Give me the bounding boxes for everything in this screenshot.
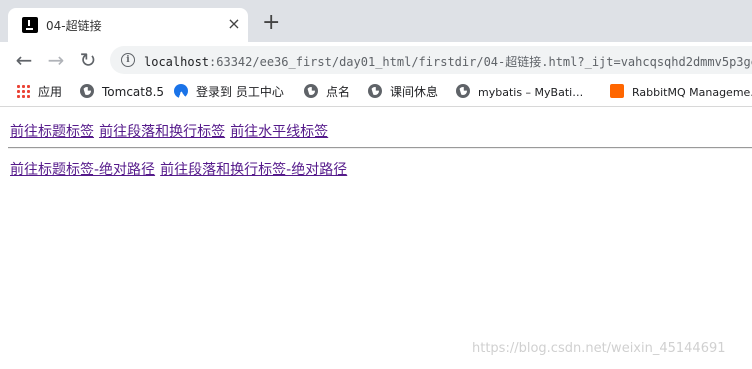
bookmark-break[interactable]: 课间休息 xyxy=(368,84,438,100)
globe-icon xyxy=(368,84,382,98)
back-arrow-icon[interactable]: ← xyxy=(14,50,34,70)
bookmark-label: 应用 xyxy=(38,85,63,99)
tab-strip: 04-超链接 × + xyxy=(0,0,752,42)
reload-icon[interactable]: ↻ xyxy=(78,50,98,70)
site-info-icon[interactable]: i xyxy=(121,53,135,67)
link-row-relative: 前往标题标签 前往段落和换行标签 前往水平线标签 xyxy=(10,121,328,141)
bookmark-employee-center[interactable]: 登录到 员工中心 xyxy=(174,84,284,100)
link-row-absolute: 前往标题标签-绝对路径 前往段落和换行标签-绝对路径 xyxy=(10,159,347,179)
link-paragraph-tags-absolute[interactable]: 前往段落和换行标签-绝对路径 xyxy=(160,162,347,178)
address-bar[interactable]: i localhost:63342/ee36_first/day01_html/… xyxy=(110,46,752,74)
globe-icon xyxy=(304,84,318,98)
bookmarks-bar: 应用 Tomcat8.5 登录到 员工中心 点名 课间休息 mybatis – … xyxy=(0,78,752,107)
rabbitmq-icon xyxy=(610,84,624,98)
horizontal-rule xyxy=(8,147,752,149)
url-text[interactable]: localhost:63342/ee36_first/day01_html/fi… xyxy=(144,53,752,70)
globe-icon xyxy=(456,84,470,98)
bookmark-label: 点名 xyxy=(326,85,351,99)
page-content: 前往标题标签 前往段落和换行标签 前往水平线标签 前往标题标签-绝对路径 前往段… xyxy=(0,107,752,369)
link-heading-tags-absolute[interactable]: 前往标题标签-绝对路径 xyxy=(10,162,155,178)
new-tab-icon[interactable]: + xyxy=(262,12,280,34)
bookmark-mybatis[interactable]: mybatis – MyBati… xyxy=(456,84,583,100)
bookmark-rabbitmq[interactable]: RabbitMQ Manageme… xyxy=(610,84,752,100)
bookmark-label: Tomcat8.5 xyxy=(102,85,165,99)
bookmark-label: 课间休息 xyxy=(390,85,439,99)
bookmark-label: 登录到 员工中心 xyxy=(196,85,284,99)
globe-icon xyxy=(80,84,94,98)
browser-toolbar: ← → ↻ i localhost:63342/ee36_first/day01… xyxy=(0,42,752,78)
link-heading-tags[interactable]: 前往标题标签 xyxy=(10,124,94,140)
bookmark-apps[interactable]: 应用 xyxy=(16,84,62,100)
url-path: :63342/ee36_first/day01_html/firstdir/04… xyxy=(209,55,752,69)
tab-title: 04-超链接 xyxy=(46,19,102,33)
apps-grid-icon xyxy=(16,84,30,98)
link-paragraph-tags[interactable]: 前往段落和换行标签 xyxy=(99,124,225,140)
bookmark-label: RabbitMQ Manageme… xyxy=(632,86,752,99)
bookmark-roll-call[interactable]: 点名 xyxy=(304,84,350,100)
url-host: localhost xyxy=(144,55,210,69)
intellij-favicon-icon xyxy=(22,17,38,33)
tab-close-icon[interactable]: × xyxy=(226,16,242,32)
link-hr-tags[interactable]: 前往水平线标签 xyxy=(230,124,328,140)
bookmark-label: mybatis – MyBati… xyxy=(478,86,584,99)
forward-arrow-icon[interactable]: → xyxy=(46,50,66,70)
browser-tab[interactable]: 04-超链接 × xyxy=(8,8,248,42)
watermark: https://blog.csdn.net/weixin_45144691 xyxy=(472,341,726,356)
bookmark-tomcat[interactable]: Tomcat8.5 xyxy=(80,84,164,100)
swirl-icon xyxy=(174,84,188,98)
